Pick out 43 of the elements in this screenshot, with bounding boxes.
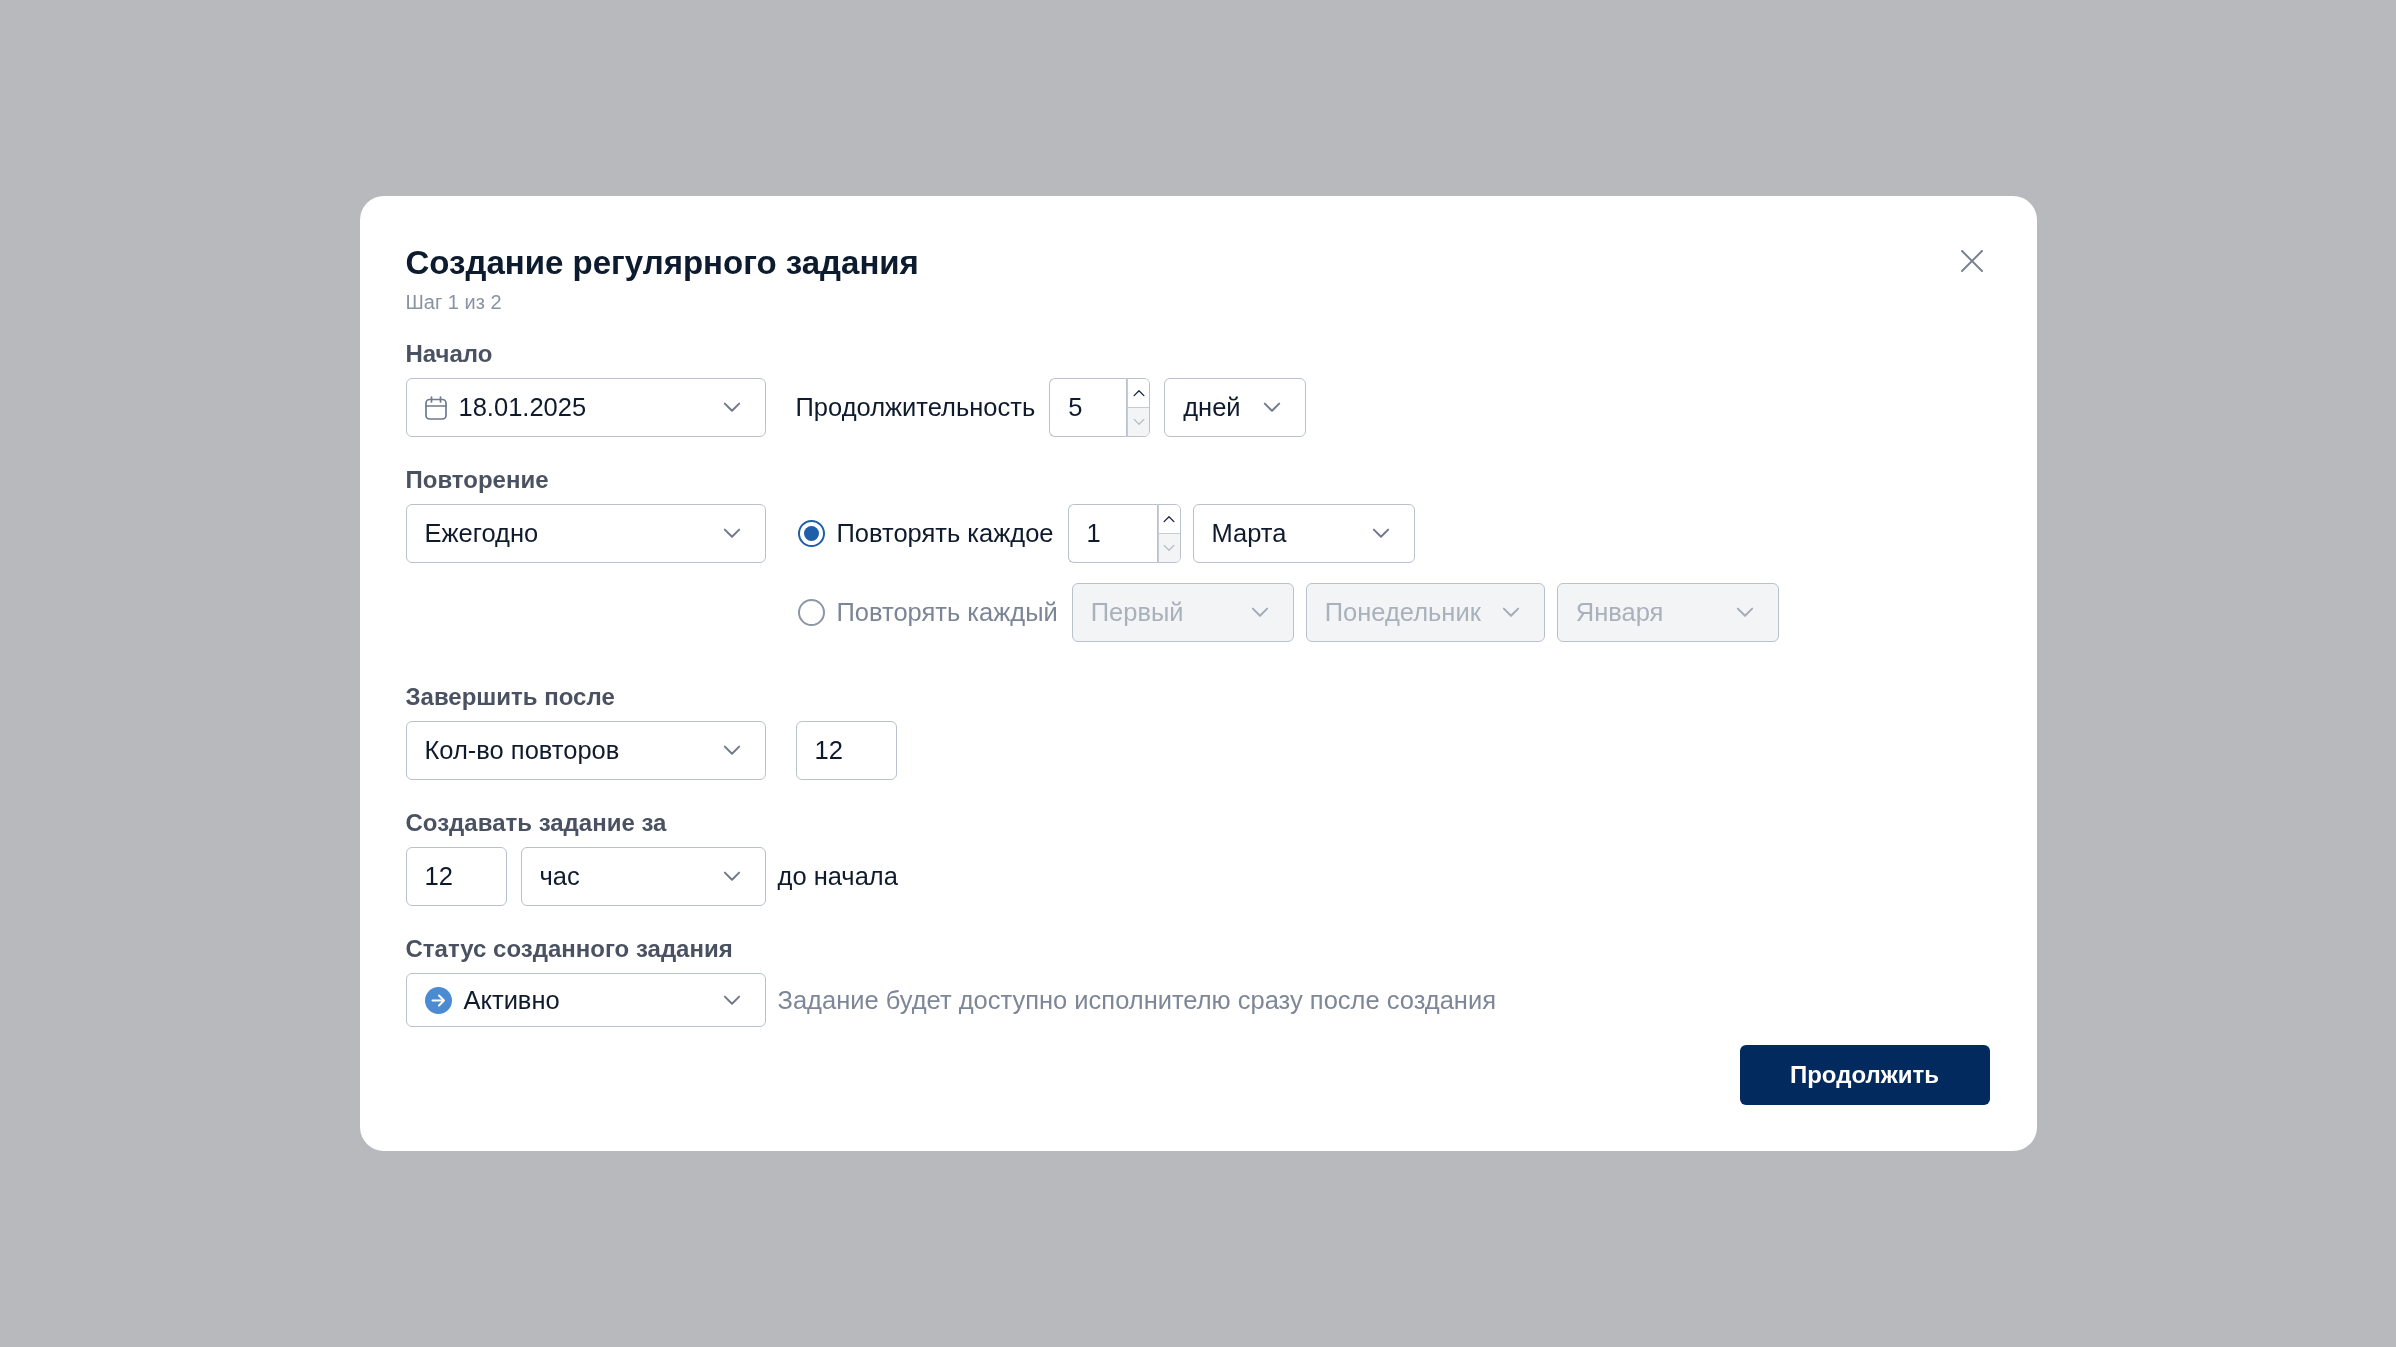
unit-dropdown[interactable]: час: [520, 847, 766, 906]
chevron-down-icon: [722, 528, 741, 539]
chevron-down-icon: [1163, 544, 1176, 552]
frequency-dropdown[interactable]: Ежегодно: [405, 504, 766, 563]
chevron-down-icon: [1263, 402, 1282, 413]
field-label: Начало: [405, 339, 493, 369]
field-label: Создавать задание за: [405, 808, 667, 838]
status-dropdown[interactable]: Активно: [405, 973, 766, 1027]
dialog-title: Создание регулярного задания: [405, 243, 919, 283]
chevron-down-icon: [722, 402, 741, 413]
unit-dropdown[interactable]: дней: [1164, 378, 1307, 437]
arrow-circle-icon: [424, 986, 452, 1014]
chevron-down-icon: [722, 871, 741, 882]
chevron-down-icon: [722, 994, 741, 1006]
increment-button[interactable]: [1127, 379, 1150, 407]
number-input[interactable]: 1: [1067, 504, 1157, 563]
hint-text: Задание будет доступно исполнителю сразу после создания: [777, 984, 1496, 1016]
chevron-down-icon: [1501, 607, 1520, 618]
number-input[interactable]: 5: [1049, 378, 1127, 437]
radio-label[interactable]: Повторять каждое: [836, 514, 1054, 553]
chevron-up-icon: [1163, 515, 1176, 523]
dropdown[interactable]: Марта: [1192, 504, 1415, 563]
chevron-down-icon: [722, 745, 741, 756]
continue-button[interactable]: Продолжить: [1739, 1045, 1990, 1105]
step-indicator: Шаг 1 из 2: [405, 290, 502, 314]
field-label: Повторение: [405, 465, 549, 495]
duration-label: Продолжительность: [795, 392, 1036, 424]
field-label: Статус созданного задания: [405, 934, 733, 964]
chevron-up-icon: [1132, 389, 1145, 397]
end-mode-dropdown[interactable]: Кол-во повторов: [405, 721, 766, 780]
radio-button[interactable]: [797, 520, 825, 547]
field-label: Завершить после: [405, 682, 615, 712]
number-input[interactable]: 12: [405, 847, 507, 906]
close-icon: [1960, 250, 1983, 272]
chevron-down-icon: [1735, 607, 1754, 618]
chevron-down-icon: [1371, 528, 1390, 539]
calendar-icon: [424, 395, 447, 420]
suffix-text: до начала: [777, 861, 898, 893]
date-dropdown[interactable]: 18.01.2025: [405, 378, 766, 437]
number-input[interactable]: 12: [795, 721, 897, 780]
chevron-down-icon: [1250, 607, 1269, 618]
increment-button[interactable]: [1157, 505, 1180, 533]
chevron-down-icon: [1132, 418, 1145, 426]
